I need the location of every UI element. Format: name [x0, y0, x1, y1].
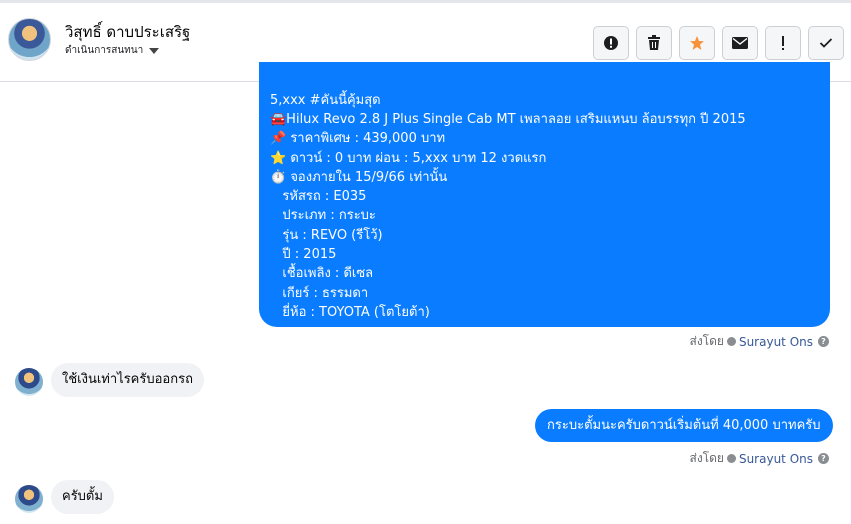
message-line: ⏱️ จองภายใน 15/9/66 เท่านั้น — [270, 170, 448, 185]
message-line: 📌 ราคาพิเศษ : 439,000 บาท — [270, 131, 446, 146]
message-line: รหัสรถ : E035 — [270, 189, 367, 204]
message-line: เกียร์ : ธรรมดา — [270, 286, 369, 301]
help-icon[interactable]: ? — [818, 336, 829, 347]
outgoing-message[interactable]: 5,xxx #คันนี้คุ้มสุด 🚘Hilux Revo 2.8 J P… — [259, 62, 830, 327]
message-line: ยี่ห้อ : TOYOTA (โตโยต้า) — [270, 305, 430, 320]
spam-button[interactable] — [765, 26, 801, 60]
message-line: เชื้อเพลิง : ดีเซล — [270, 266, 374, 281]
sender-name[interactable]: Surayut Ons — [739, 335, 813, 349]
help-icon[interactable]: ? — [818, 453, 829, 464]
contact-avatar[interactable] — [8, 18, 51, 61]
star-button[interactable] — [679, 26, 715, 60]
sent-by-prefix: ส่งโดย — [689, 334, 724, 348]
check-icon — [819, 38, 833, 48]
report-button[interactable] — [593, 26, 629, 60]
message-line: ประเภท : กระบะ — [270, 208, 376, 223]
message-line: รุ่น : REVO (รีโว้) — [270, 228, 383, 243]
caret-down-icon — [149, 47, 160, 54]
contact-avatar-small[interactable] — [15, 485, 43, 513]
exclamation-icon — [782, 36, 784, 50]
message-line: ปี : 2015 — [270, 247, 337, 262]
sent-check-icon — [726, 454, 736, 463]
contact-name[interactable]: วิสุทธิ์ ดาบประเสริฐ — [65, 20, 190, 44]
contact-avatar-small[interactable] — [15, 368, 43, 396]
outgoing-message[interactable]: กระบะตั้มนะครับดาวน์เริ่มต้นที่ 40,000 บ… — [535, 409, 833, 442]
envelope-icon — [732, 37, 748, 49]
star-icon — [690, 36, 704, 50]
report-icon — [604, 36, 618, 50]
delete-button[interactable] — [636, 26, 672, 60]
mark-unread-button[interactable] — [722, 26, 758, 60]
sent-by-label: ส่งโดย Surayut Ons ? — [689, 332, 829, 351]
trash-icon — [648, 35, 660, 50]
sender-name[interactable]: Surayut Ons — [739, 452, 813, 466]
sent-by-label: ส่งโดย Surayut Ons ? — [689, 449, 829, 468]
incoming-message[interactable]: ใช้เงินเท่าไรครับออกรถ — [51, 363, 204, 397]
sent-check-icon — [726, 337, 736, 346]
mark-done-button[interactable] — [808, 26, 844, 60]
message-thread: 5,xxx #คันนี้คุ้มสุด 🚘Hilux Revo 2.8 J P… — [0, 62, 851, 524]
message-line: 🚘Hilux Revo 2.8 J Plus Single Cab MT เพล… — [270, 112, 746, 127]
incoming-message[interactable]: ครับตั้ม — [51, 480, 114, 514]
message-line: 5,xxx #คันนี้คุ้มสุด — [270, 93, 381, 108]
sent-by-prefix: ส่งโดย — [689, 451, 724, 465]
conversation-actions-label: ดำเนินการสนทนา — [65, 45, 144, 56]
message-line: ⭐ ดาวน์ : 0 บาท ผ่อน : 5,xxx บาท 12 งวดแ… — [270, 151, 547, 166]
conversation-actions-dropdown[interactable]: ดำเนินการสนทนา — [65, 43, 160, 58]
